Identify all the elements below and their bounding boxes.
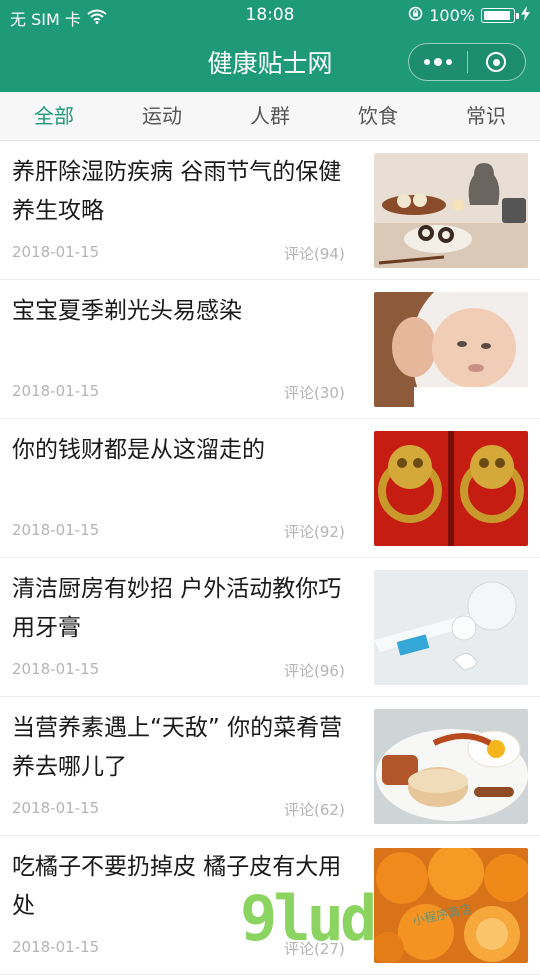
article-comment-count: 评论(96) [284,662,345,680]
article-comment-count: 评论(92) [284,523,345,541]
article-thumbnail [374,292,528,407]
article-item[interactable]: 宝宝夏季剃光头易感染 2018-01-15 评论(30) [0,280,540,419]
article-comment-count: 评论(27) [284,940,345,958]
tab-1[interactable]: 运动 [108,92,216,140]
article-date: 2018-01-15 [12,382,100,400]
more-dots-icon [423,57,452,66]
article-thumbnail [374,848,528,963]
status-right: 100% [408,6,530,25]
article-title: 宝宝夏季剃光头易感染 [12,298,242,324]
article-comment-count: 评论(30) [284,384,345,402]
article-item[interactable]: 养肝除湿防疾病 谷雨节气的保健养生攻略 2018-01-15 评论(94) [0,141,540,280]
article-comment-count: 评论(94) [284,245,345,263]
article-thumbnail [374,709,528,824]
article-list: 养肝除湿防疾病 谷雨节气的保健养生攻略 2018-01-15 评论(94) 宝宝夏季… [0,141,540,975]
article-thumbnail [374,431,528,546]
tab-3[interactable]: 饮食 [324,92,432,140]
article-comment-count: 评论(62) [284,801,345,819]
article-item[interactable]: 清洁厨房有妙招 户外活动教你巧用牙膏 2018-01-15 评论(96) [0,558,540,697]
article-thumbnail [374,153,528,268]
article-title: 你的钱财都是从这溜走的 [12,437,265,463]
article-item[interactable]: 你的钱财都是从这溜走的 2018-01-15 评论(92) [0,419,540,558]
battery-icon [481,8,519,23]
mini-program-capsule [408,43,526,81]
article-title: 吃橘子不要扔掉皮 橘子皮有大用处 [12,854,342,919]
close-button[interactable] [468,44,526,80]
charging-bolt-icon [521,6,530,25]
tab-2[interactable]: 人群 [216,92,324,140]
article-date: 2018-01-15 [12,243,100,261]
orientation-lock-icon [408,6,423,25]
battery-percent: 100% [429,6,475,25]
status-bar: 无 SIM 卡 18:08 100% [0,0,540,32]
article-item[interactable]: 当营养素遇上“天敌” 你的菜肴营养去哪儿了 2018-01-15 评论(62) [0,697,540,836]
article-thumbnail [374,570,528,685]
article-date: 2018-01-15 [12,521,100,539]
article-title: 当营养素遇上“天敌” 你的菜肴营养去哪儿了 [12,715,343,780]
article-date: 2018-01-15 [12,660,100,678]
category-tabs: 全部 运动 人群 饮食 常识 [0,92,540,141]
article-date: 2018-01-15 [12,799,100,817]
more-button[interactable] [409,44,467,80]
article-title: 清洁厨房有妙招 户外活动教你巧用牙膏 [12,576,342,641]
article-title: 养肝除湿防疾病 谷雨节气的保健养生攻略 [12,159,342,224]
target-close-icon [486,52,507,72]
tab-4[interactable]: 常识 [432,92,540,140]
article-date: 2018-01-15 [12,938,100,956]
nav-bar: 健康贴士网 [0,32,540,92]
article-item[interactable]: 吃橘子不要扔掉皮 橘子皮有大用处 2018-01-15 评论(27) [0,836,540,975]
tab-0[interactable]: 全部 [0,92,108,140]
